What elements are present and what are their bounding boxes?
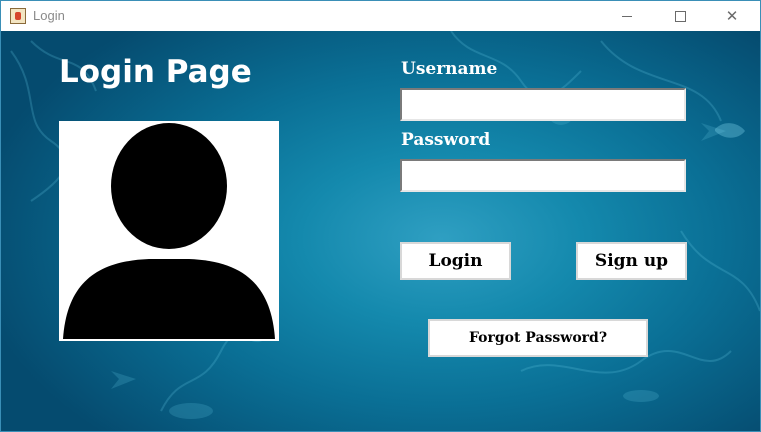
user-silhouette-icon <box>63 123 275 339</box>
login-window: Login ✕ Login Page Username Password Log… <box>0 0 761 432</box>
avatar <box>59 121 279 341</box>
page-title: Login Page <box>59 54 252 90</box>
username-label: Username <box>401 59 498 79</box>
minimize-button[interactable] <box>604 1 650 31</box>
java-cup-icon <box>10 8 26 24</box>
minimize-icon <box>622 15 632 17</box>
window-title: Login <box>33 8 65 23</box>
close-button[interactable]: ✕ <box>709 1 755 31</box>
username-input[interactable] <box>400 88 686 121</box>
forgot-password-button[interactable]: Forgot Password? <box>428 319 648 357</box>
close-icon: ✕ <box>725 7 739 25</box>
login-button[interactable]: Login <box>400 242 511 280</box>
password-label: Password <box>401 130 491 150</box>
password-input[interactable] <box>400 159 686 192</box>
maximize-icon <box>674 10 686 22</box>
title-bar[interactable]: Login ✕ <box>1 1 760 31</box>
maximize-button[interactable] <box>657 1 703 31</box>
signup-button[interactable]: Sign up <box>576 242 687 280</box>
content-panel: Login Page Username Password Login Sign … <box>1 31 760 431</box>
